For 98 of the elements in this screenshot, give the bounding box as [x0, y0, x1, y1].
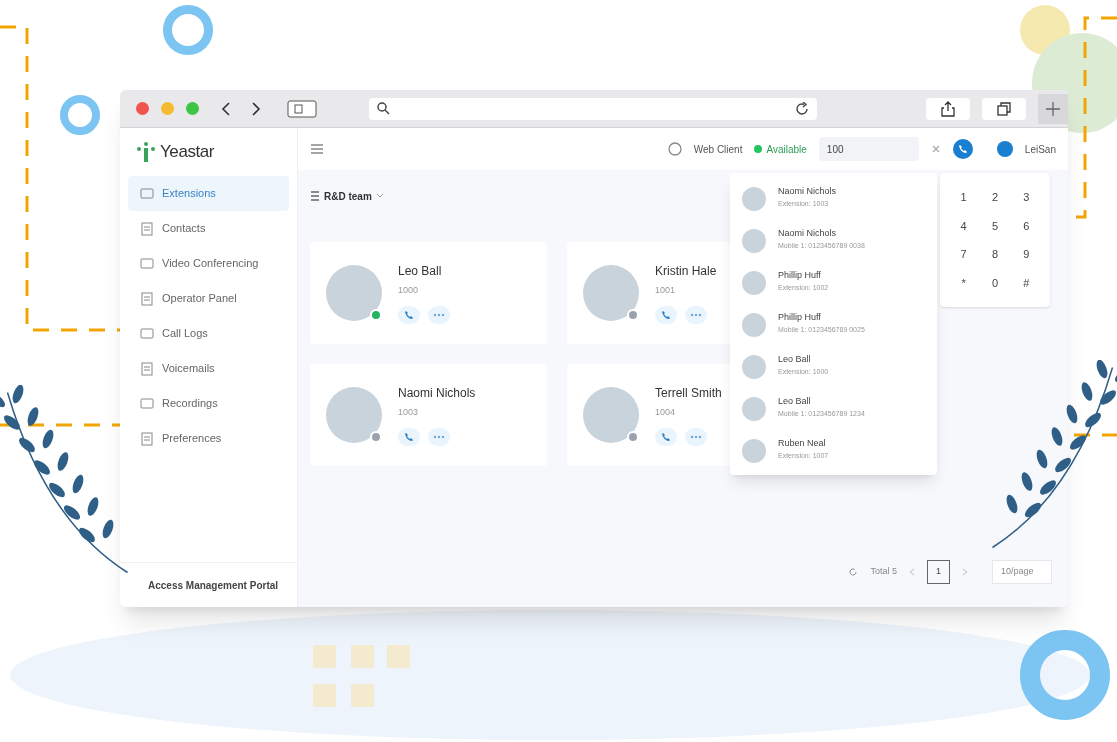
- call-button[interactable]: [655, 305, 677, 324]
- menu-item-icon: [140, 431, 154, 446]
- group-dropdown[interactable]: R&D team: [310, 186, 384, 206]
- avatar-placeholder: [742, 271, 766, 295]
- avatar-placeholder: [742, 313, 766, 337]
- user-menu[interactable]: LeiSan: [1024, 141, 1056, 157]
- dial-input[interactable]: 100: [818, 137, 919, 161]
- keypad-key[interactable]: 7: [948, 246, 980, 263]
- extension-number: 1004: [655, 406, 677, 420]
- contact-name: Naomi Nichols: [398, 385, 476, 403]
- sidebar-toggle-icon[interactable]: [287, 99, 317, 118]
- tabs-button[interactable]: [982, 97, 1026, 120]
- sidebar-item[interactable]: Voicemails: [128, 351, 289, 386]
- more-button[interactable]: [428, 427, 450, 446]
- avatar-placeholder: [742, 439, 766, 463]
- keypad-key[interactable]: 2: [979, 189, 1011, 206]
- keypad-key[interactable]: 4: [948, 217, 980, 234]
- more-icon: [433, 312, 445, 317]
- page-button[interactable]: 1: [927, 560, 950, 584]
- more-icon: [433, 434, 445, 439]
- result-name: Naomi Nichols: [778, 227, 838, 240]
- logo-icon: [136, 141, 156, 163]
- contact-name: Kristin Hale: [655, 263, 717, 281]
- call-button[interactable]: [398, 427, 420, 446]
- more-icon: [690, 312, 702, 317]
- phone-icon: [661, 309, 671, 320]
- keypad-key[interactable]: *: [948, 274, 980, 291]
- new-tab-button[interactable]: [1038, 93, 1068, 124]
- call-button[interactable]: [952, 139, 973, 159]
- user-avatar[interactable]: [996, 141, 1013, 157]
- result-name: Ruben Neal: [778, 437, 827, 450]
- refresh-icon[interactable]: [848, 567, 859, 577]
- result-name: Phillip Huff: [778, 269, 822, 282]
- web-client-dropdown[interactable]: Web Client: [693, 141, 743, 157]
- keypad-key[interactable]: #: [1010, 274, 1042, 291]
- contact-name: Leo Ball: [398, 263, 443, 281]
- menu-item-icon: [140, 396, 154, 411]
- menu-item-icon: [140, 291, 154, 306]
- more-button[interactable]: [685, 427, 707, 446]
- more-button[interactable]: [428, 305, 450, 324]
- result-name: Phillip Huff: [778, 311, 822, 324]
- call-button[interactable]: [398, 305, 420, 324]
- share-button[interactable]: [926, 97, 970, 120]
- sidebar-item[interactable]: Extensions: [128, 176, 289, 211]
- keypad-key[interactable]: 5: [979, 217, 1011, 234]
- phone-icon: [661, 431, 671, 442]
- page-size-dropdown[interactable]: 10/page: [992, 560, 1052, 584]
- result-name: Leo Ball: [778, 395, 812, 408]
- menu-item-icon: [140, 326, 154, 341]
- plus-icon: [1045, 100, 1061, 117]
- menu-item-icon: [140, 221, 154, 236]
- sidebar-item[interactable]: Recordings: [128, 386, 289, 421]
- next-page-icon[interactable]: [962, 568, 968, 576]
- extension-number: 1003: [398, 406, 420, 420]
- avatar-placeholder: [742, 355, 766, 379]
- keypad-key[interactable]: 3: [1010, 189, 1042, 206]
- sidebar-item[interactable]: Operator Panel: [128, 281, 289, 316]
- search-icon: [377, 102, 390, 115]
- keypad-key[interactable]: 9: [1010, 246, 1042, 263]
- reload-icon[interactable]: [795, 101, 809, 116]
- menu-item-icon: [140, 256, 154, 271]
- sidebar-item[interactable]: Video Conferencing: [128, 246, 289, 281]
- logo-text: Yeastar: [160, 141, 215, 164]
- sidebar-item[interactable]: Contacts: [128, 211, 289, 246]
- more-button[interactable]: [685, 305, 707, 324]
- avatar-placeholder: [742, 187, 766, 211]
- phone-icon: [404, 431, 414, 442]
- phone-icon: [957, 144, 968, 154]
- extension-number: 1000: [398, 284, 420, 298]
- clear-icon[interactable]: [930, 144, 941, 154]
- contact-name: Terrell Smith: [655, 385, 722, 403]
- more-icon: [690, 434, 702, 439]
- call-button[interactable]: [655, 427, 677, 446]
- avatar-placeholder: [742, 229, 766, 253]
- keypad-key[interactable]: 1: [948, 189, 980, 206]
- sidebar-item[interactable]: Call Logs: [128, 316, 289, 351]
- group-icon: [310, 190, 320, 202]
- phone-icon: [404, 309, 414, 320]
- menu-item-icon: [140, 361, 154, 376]
- menu-icon[interactable]: [310, 143, 324, 155]
- share-icon: [941, 100, 955, 117]
- extension-number: 1001: [655, 284, 677, 298]
- ring-decoration: [60, 95, 100, 135]
- keypad-key[interactable]: 6: [1010, 217, 1042, 234]
- status-dropdown[interactable]: Available: [754, 141, 807, 157]
- result-name: Naomi Nichols: [778, 185, 838, 198]
- keypad-key[interactable]: 8: [979, 246, 1011, 263]
- sidebar-item[interactable]: Preferences: [128, 421, 289, 456]
- portal-link[interactable]: Access Management Portal: [120, 562, 297, 607]
- result-name: Leo Ball: [778, 353, 812, 366]
- ring-decoration: [163, 5, 213, 55]
- menu-item-icon: [140, 186, 154, 201]
- tabs-icon: [997, 101, 1011, 116]
- total-count: Total 5: [870, 565, 897, 579]
- previous-page-icon[interactable]: [909, 568, 915, 576]
- avatar-placeholder: [742, 397, 766, 421]
- caret-icon: [375, 193, 384, 199]
- keypad-key[interactable]: 0: [979, 274, 1011, 291]
